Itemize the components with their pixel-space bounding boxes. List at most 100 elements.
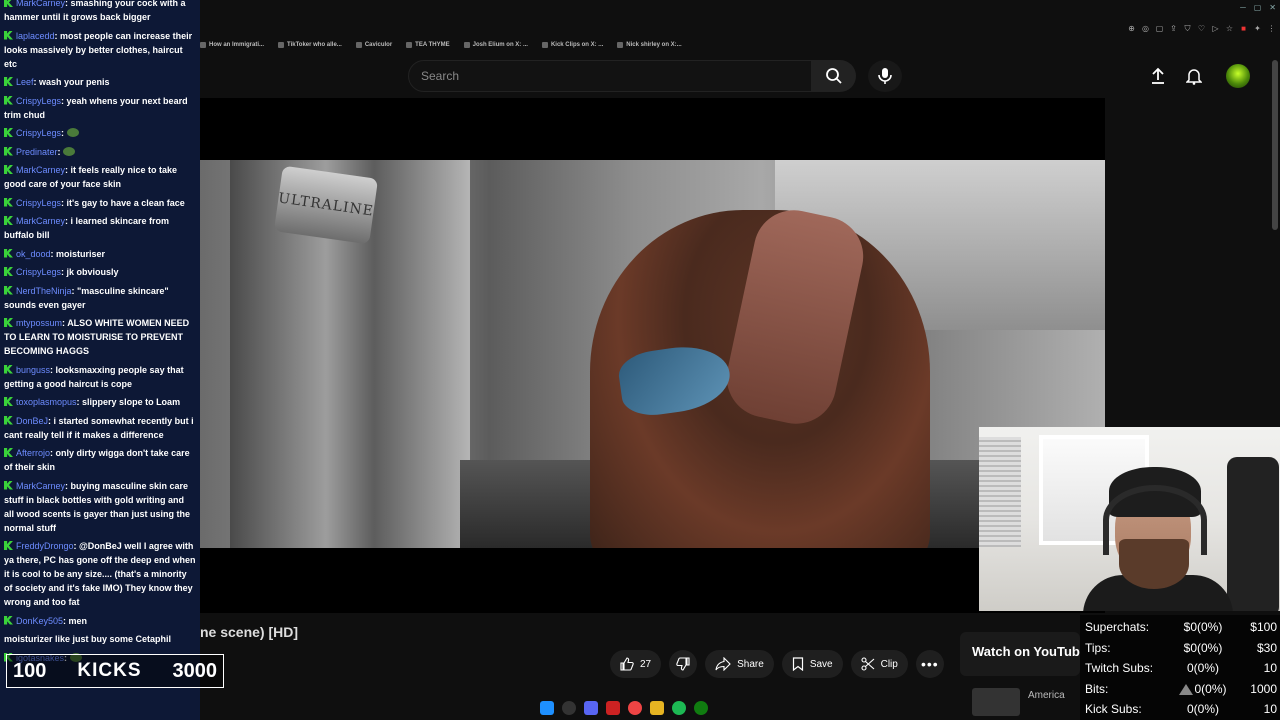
shield-icon[interactable]: ⛉: [1183, 24, 1192, 33]
chat-username[interactable]: ok_dood: [16, 249, 51, 259]
more-actions-button[interactable]: •••: [915, 650, 944, 678]
search-input[interactable]: Search: [408, 60, 812, 92]
taskbar: [540, 698, 708, 718]
puzzle-icon[interactable]: ✦: [1253, 24, 1262, 33]
bookmark-item[interactable]: TikToker who alle...: [278, 38, 342, 52]
notifications-button[interactable]: [1182, 64, 1206, 88]
stat-row: Kick Subs: 0(0%) 10: [1085, 699, 1280, 720]
bookmark-item[interactable]: Kick Clips on X: ...: [541, 38, 603, 52]
avatar[interactable]: [1226, 64, 1250, 88]
chat-username[interactable]: MarkCarney: [16, 165, 65, 175]
emote-icon: [63, 146, 76, 156]
chat-username[interactable]: CrispyLegs: [16, 96, 61, 106]
bookmark-item[interactable]: How an Immigrati...: [200, 38, 264, 52]
stat-goal: 10: [1263, 702, 1277, 717]
save-button[interactable]: Save: [781, 650, 843, 678]
clip-label: Clip: [880, 658, 898, 670]
chat-username[interactable]: toxoplasmopus: [16, 397, 77, 407]
stat-value-text: $0(0%): [1183, 620, 1223, 635]
chat-username[interactable]: NerdTheNinja: [16, 286, 72, 296]
video-title-text: ne scene) [HD]: [200, 624, 299, 640]
chat-message: CrispyLegs: yeah whens your next beard t…: [4, 95, 188, 120]
chat-username[interactable]: MarkCarney: [16, 216, 65, 226]
chat-username[interactable]: CrispyLegs: [16, 198, 61, 208]
chat-username[interactable]: bunguss: [16, 365, 50, 375]
dislike-button[interactable]: [669, 650, 698, 678]
kick-badge-icon: [4, 615, 13, 625]
upload-icon: [1152, 67, 1164, 84]
menu-icon[interactable]: ⋮: [1267, 24, 1276, 33]
zoom-icon[interactable]: ⊕: [1127, 24, 1136, 33]
chat-username[interactable]: MarkCarney: [16, 0, 65, 8]
discord-icon[interactable]: [584, 701, 598, 715]
chat-username[interactable]: MarkCarney: [16, 481, 65, 491]
kick-badge-icon: [4, 95, 13, 105]
chat-username[interactable]: FreddyDrongo: [16, 541, 74, 551]
folder-icon[interactable]: [650, 701, 664, 715]
video-actions: 27 Share Save Clip •••: [610, 650, 944, 678]
search-button[interactable]: [812, 60, 856, 92]
stat-value-text: $0(0%): [1183, 640, 1223, 655]
video-frame[interactable]: ULTRALINE: [200, 160, 1105, 548]
chat-username[interactable]: CrispyLegs: [16, 128, 61, 138]
minimize-icon[interactable]: ─: [1240, 3, 1246, 12]
windows-start-icon[interactable]: [540, 701, 554, 715]
chat-username[interactable]: CrispyLegs: [16, 267, 61, 277]
voice-search-button[interactable]: [868, 60, 902, 92]
chat-text: wash your penis: [39, 77, 110, 87]
bookmark-item[interactable]: Josh Elium on X: ...: [463, 38, 528, 52]
xbox-icon[interactable]: [694, 701, 708, 715]
recommended-thumbnail[interactable]: [972, 688, 1020, 716]
kicks-count: 100: [13, 659, 47, 682]
taskbar-search-icon[interactable]: [562, 701, 576, 715]
app-icon[interactable]: [606, 701, 620, 715]
chat-username[interactable]: DonKey505: [16, 616, 63, 626]
stat-goal: $30: [1256, 640, 1277, 655]
bookmark-label: Caviculor: [364, 42, 393, 48]
upload-button[interactable]: [1146, 64, 1170, 88]
clip-button[interactable]: Clip: [850, 650, 908, 678]
star-icon[interactable]: ☆: [1225, 24, 1234, 33]
close-icon[interactable]: ✕: [1269, 3, 1276, 12]
spotify-icon[interactable]: [672, 701, 686, 715]
like-button[interactable]: 27: [610, 650, 662, 678]
stat-label: Kick Subs:: [1085, 702, 1142, 717]
kicks-goal-bar: 100 KICKS 3000: [6, 654, 224, 688]
chat-text: slippery slope to Loam: [82, 397, 181, 407]
play-icon[interactable]: ▷: [1211, 24, 1220, 33]
search-icon: [826, 68, 842, 84]
chat-panel: MarkCarney: smashing your cock with a ha…: [0, 0, 200, 720]
bookmark-item[interactable]: Caviculor: [355, 38, 393, 52]
bookmark-icon: [355, 42, 362, 48]
chat-message: MarkCarney: it feels really nice to take…: [4, 165, 178, 189]
bookmark-item[interactable]: Nick shirley on X:...: [617, 38, 682, 52]
chat-message: NerdTheNinja: "masculine skincare" sound…: [4, 285, 169, 310]
chat-username[interactable]: laplacedd: [16, 31, 55, 41]
chat-message: Predinater:: [4, 145, 196, 159]
maximize-icon[interactable]: ▢: [1254, 3, 1262, 12]
record-icon[interactable]: ■: [1239, 24, 1248, 33]
chat-message: DonKey505: men: [4, 614, 196, 628]
chat-username[interactable]: Predinater: [16, 147, 58, 157]
chat-username[interactable]: DonBeJ: [16, 416, 48, 426]
chrome-icon[interactable]: [628, 701, 642, 715]
chat-message: MarkCarney: i learned skincare from buff…: [4, 216, 170, 240]
chat-username[interactable]: Afterrojo: [16, 448, 50, 458]
watch-on-youtube-panel[interactable]: Watch on YouTube: [960, 632, 1080, 676]
bookmark-item[interactable]: TEA THYME: [406, 38, 450, 52]
recommended-title[interactable]: America: [1028, 690, 1065, 701]
watch-on-label: Watch on YouTube: [972, 644, 1080, 659]
page-scrollbar[interactable]: [1272, 60, 1278, 230]
heart-icon[interactable]: ♡: [1197, 24, 1206, 33]
share-icon: [715, 657, 731, 671]
eye-icon[interactable]: ◎: [1141, 24, 1150, 33]
chat-username[interactable]: Leef: [16, 77, 34, 87]
kick-badge-icon: [4, 318, 13, 327]
copy-icon[interactable]: ▢: [1155, 24, 1164, 33]
share-button[interactable]: Share: [705, 650, 774, 678]
microphone-icon: [878, 68, 892, 84]
chat-username[interactable]: mtypossum: [16, 318, 62, 328]
share-icon[interactable]: ⇪: [1169, 24, 1178, 33]
kick-badge-icon: [4, 128, 13, 137]
stat-value: $0(0%): [1165, 641, 1241, 655]
